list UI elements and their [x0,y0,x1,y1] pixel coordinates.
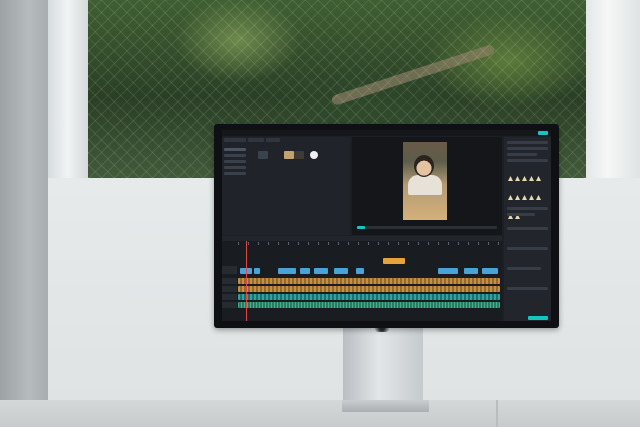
track-header[interactable] [222,302,237,308]
title-bar [222,130,551,136]
inspector-row[interactable] [507,227,548,230]
inspector-row[interactable] [507,247,548,250]
media-thumb-icon[interactable] [294,151,304,159]
audio-clip[interactable] [238,294,500,300]
video-clip[interactable] [356,268,364,274]
effect-preset-icon[interactable] [529,176,534,181]
timeline-panel [222,236,502,321]
track-header[interactable] [222,294,237,300]
sidebar-item[interactable] [224,160,246,163]
track-header[interactable] [222,268,237,274]
inspector-apply-button[interactable] [528,316,548,320]
video-caption [409,192,441,202]
effect-preset-icon[interactable] [522,176,527,181]
effect-preset-icon[interactable] [536,176,541,181]
media-sidebar [223,145,247,178]
monitor-stand-base [342,400,429,412]
export-button[interactable] [538,131,548,135]
sidebar-item[interactable] [224,148,246,151]
inspector-row[interactable] [507,159,548,162]
inspector-row[interactable] [507,147,548,150]
preview-progress [357,226,365,229]
audio-clip[interactable] [238,278,500,284]
video-clip[interactable] [334,268,348,274]
audio-clip[interactable] [238,286,500,292]
title-clip[interactable] [383,258,405,264]
audio-clip[interactable] [238,302,500,308]
inspector-row[interactable] [507,267,541,270]
effect-preset-icon[interactable] [536,195,541,200]
inspector-row[interactable] [507,287,548,290]
timeline-ruler[interactable] [238,242,500,245]
media-tab[interactable] [248,138,264,142]
effect-preset-icon[interactable] [515,176,520,181]
video-clip[interactable] [464,268,478,274]
media-tab[interactable] [224,138,246,142]
monitor-stand [343,327,423,405]
video-clip[interactable] [254,268,260,274]
track-header[interactable] [222,286,237,292]
video-clip[interactable] [278,268,296,274]
video-clip[interactable] [300,268,310,274]
video-clip[interactable] [314,268,328,274]
playhead[interactable] [246,241,247,321]
media-tab[interactable] [266,138,280,142]
preview-video-frame [403,142,447,220]
video-track [238,268,500,274]
play-icon[interactable] [310,151,318,159]
person-face [414,155,434,177]
inspector-row[interactable] [507,141,548,144]
sidebar-item[interactable] [224,166,246,169]
inspector-panel [504,137,551,321]
timeline-toolbar [222,236,502,241]
video-editor-screen [222,130,551,321]
video-clip[interactable] [438,268,458,274]
effect-preset-icon[interactable] [529,195,534,200]
effect-preset-icon[interactable] [508,195,513,200]
inspector-row[interactable] [507,213,535,216]
media-thumb-icon[interactable] [258,151,268,159]
window-frame-right [586,0,640,178]
effect-preset-icon[interactable] [522,195,527,200]
window-frame-left [48,0,88,178]
effect-preset-icon[interactable] [508,176,513,181]
inspector-row[interactable] [507,207,548,210]
photo-scene [0,0,640,427]
monitor [214,124,559,328]
desk-seam [496,400,498,427]
inspector-row[interactable] [507,153,537,156]
track-header[interactable] [222,278,237,284]
video-clip[interactable] [482,268,498,274]
sidebar-item[interactable] [224,172,246,175]
effect-preset-icon[interactable] [515,195,520,200]
preview-scrubber[interactable] [357,226,497,229]
media-thumb-icon[interactable] [284,151,294,159]
preview-panel [352,137,502,235]
concrete-pillar [0,0,48,400]
sidebar-item[interactable] [224,154,246,157]
media-library-panel [222,137,350,235]
desk-surface [0,400,640,427]
